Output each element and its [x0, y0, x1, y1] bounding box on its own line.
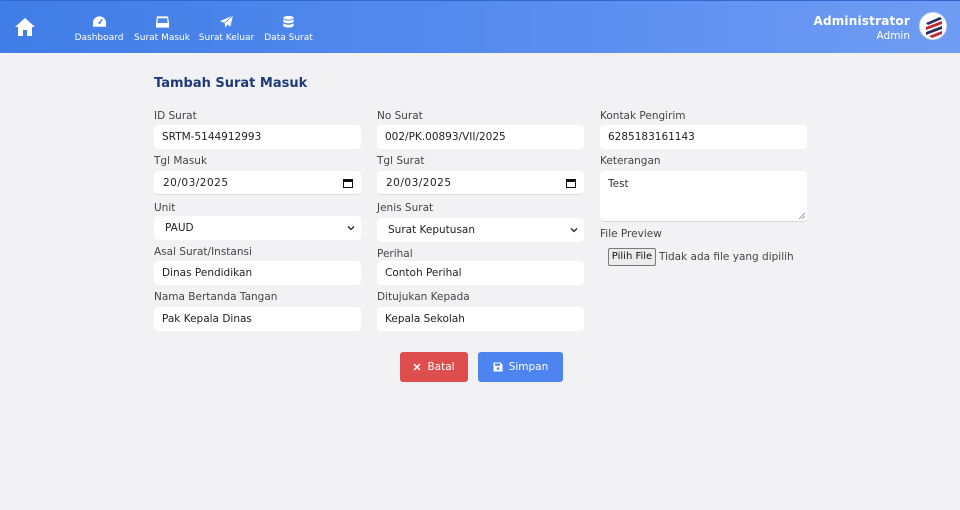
jenis-value: Surat Keputusan — [388, 224, 475, 236]
avatar-logo-icon — [920, 13, 946, 39]
page-title: Tambah Surat Masuk — [154, 76, 308, 91]
save-button[interactable]: Simpan — [478, 352, 563, 382]
perihal-field[interactable]: Contoh Perihal — [377, 261, 584, 285]
home-icon[interactable] — [14, 17, 36, 37]
ditujukan-field[interactable]: Kepala Sekolah — [377, 307, 584, 331]
close-icon — [413, 363, 421, 371]
keterangan-label: Keterangan — [600, 155, 661, 167]
cancel-button[interactable]: Batal — [400, 352, 468, 382]
nav-data-surat-label: Data Surat — [264, 33, 313, 43]
tgl-surat-value: 20/03/2025 — [386, 176, 452, 189]
nav-surat-keluar-label: Surat Keluar — [198, 33, 255, 43]
nav-data-surat[interactable]: Data Surat — [264, 1, 313, 54]
tgl-masuk-label: Tgl Masuk — [154, 155, 208, 167]
file-status-text: Tidak ada file yang dipilih — [659, 251, 794, 263]
keterangan-value: Test — [608, 178, 629, 190]
save-button-label: Simpan — [508, 361, 549, 373]
no-surat-label: No Surat — [377, 110, 423, 122]
tgl-surat-label: Tgl Surat — [377, 155, 425, 167]
unit-value: PAUD — [165, 222, 194, 234]
bertanda-field[interactable]: Pak Kepala Dinas — [154, 307, 361, 331]
file-preview-label: File Preview — [600, 228, 662, 240]
id-surat-field[interactable]: SRTM-5144912993 — [154, 125, 361, 149]
calendar-icon[interactable] — [566, 178, 576, 188]
nav-dashboard-label: Dashboard — [74, 33, 124, 43]
jenis-select[interactable]: Surat Keputusan — [377, 218, 584, 242]
nav-surat-masuk[interactable]: Surat Masuk — [134, 1, 190, 54]
unit-select[interactable]: PAUD — [154, 216, 361, 240]
no-surat-field[interactable]: 002/PK.00893/VII/2025 — [377, 125, 584, 149]
kontak-field[interactable]: 6285183161143 — [600, 125, 807, 149]
nav-surat-keluar[interactable]: Surat Keluar — [198, 1, 255, 54]
tgl-masuk-field[interactable]: 20/03/2025 — [154, 171, 361, 195]
paper-plane-icon — [219, 15, 234, 28]
user-name: Administrator — [813, 14, 910, 28]
chevron-down-icon — [570, 228, 578, 233]
bertanda-label: Nama Bertanda Tangan — [154, 291, 278, 303]
user-info[interactable]: Administrator Admin — [813, 14, 910, 42]
kontak-label: Kontak Pengirim — [600, 110, 686, 122]
avatar[interactable] — [919, 12, 947, 40]
asal-label: Asal Surat/Instansi — [154, 246, 252, 258]
resize-grip-icon[interactable] — [799, 213, 805, 219]
nav-surat-masuk-label: Surat Masuk — [134, 33, 190, 43]
gauge-icon — [92, 16, 106, 27]
keterangan-textarea[interactable]: Test — [600, 171, 807, 222]
chevron-down-icon — [347, 226, 355, 231]
top-navbar: Dashboard Surat Masuk Surat Keluar Data … — [0, 0, 960, 53]
tgl-surat-field[interactable]: 20/03/2025 — [377, 171, 584, 195]
asal-field[interactable]: Dinas Pendidikan — [154, 261, 361, 285]
user-role: Admin — [876, 30, 910, 42]
tgl-masuk-value: 20/03/2025 — [163, 176, 229, 189]
id-surat-label: ID Surat — [154, 110, 197, 122]
choose-file-button[interactable]: Pilih File — [608, 248, 656, 266]
jenis-label: Jenis Surat — [377, 202, 434, 214]
perihal-label: Perihal — [377, 248, 413, 260]
ditujukan-label: Ditujukan Kepada — [377, 291, 470, 303]
calendar-icon[interactable] — [343, 178, 353, 188]
database-icon — [283, 15, 294, 28]
unit-label: Unit — [154, 202, 176, 214]
floppy-disk-icon — [493, 362, 503, 372]
nav-dashboard[interactable]: Dashboard — [74, 1, 124, 54]
inbox-icon — [155, 16, 169, 28]
cancel-button-label: Batal — [427, 361, 455, 373]
